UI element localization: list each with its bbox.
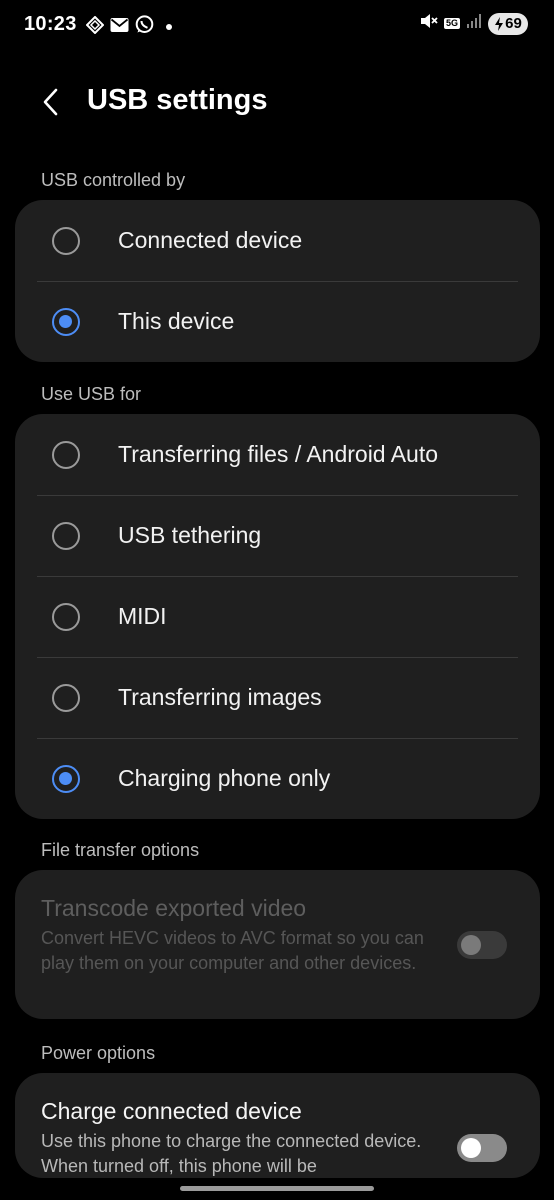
status-bar: 10:23 5G 69 — [0, 0, 554, 52]
notification-dot — [166, 24, 172, 30]
section-label-power-options: Power options — [41, 1043, 156, 1063]
setting-title: Transcode exported video — [41, 895, 307, 921]
battery-level: 69 — [505, 15, 522, 32]
mute-icon — [419, 12, 438, 35]
back-button[interactable] — [34, 86, 66, 118]
radio-option-this-device[interactable]: This device — [15, 281, 540, 362]
vpn-icon — [85, 15, 105, 39]
radio-label: Transferring files / Android Auto — [118, 441, 439, 467]
charge-connected-device-setting[interactable]: Charge connected device Use this phone t… — [15, 1073, 540, 1178]
setting-description: Use this phone to charge the connected d… — [41, 1131, 422, 1176]
home-indicator[interactable] — [180, 1186, 374, 1191]
radio-button[interactable] — [52, 440, 80, 469]
network-5g-icon: 5G — [443, 18, 460, 29]
radio-label: USB tethering — [118, 522, 262, 548]
radio-button-selected[interactable] — [52, 307, 80, 336]
status-time: 10:23 — [24, 13, 77, 35]
transcode-toggle-switch[interactable] — [457, 931, 507, 959]
radio-button[interactable] — [52, 521, 80, 550]
section-label-use-usb-for: Use USB for — [41, 384, 142, 404]
setting-title: Charge connected device — [41, 1098, 302, 1124]
mail-icon — [110, 17, 129, 38]
battery-charging-icon: 69 — [488, 12, 528, 35]
signal-icon — [466, 13, 482, 34]
setting-description: Convert HEVC videos to AVC format so you… — [41, 928, 424, 973]
radio-button[interactable] — [52, 602, 80, 631]
radio-option-transferring-images[interactable]: Transferring images — [15, 657, 540, 738]
radio-label: Charging phone only — [118, 765, 331, 791]
radio-option-midi[interactable]: MIDI — [15, 576, 540, 657]
radio-option-connected-device[interactable]: Connected device — [15, 200, 540, 281]
charge-device-toggle-switch[interactable] — [457, 1134, 507, 1162]
radio-option-transferring-files[interactable]: Transferring files / Android Auto — [15, 414, 540, 495]
radio-label: This device — [118, 308, 235, 334]
app-header: USB settings — [0, 78, 554, 126]
radio-label: Connected device — [118, 227, 303, 253]
radio-button-selected[interactable] — [52, 764, 80, 793]
controlled-by-card: Connected device This device — [15, 200, 540, 362]
use-usb-for-card: Transferring files / Android Auto USB te… — [15, 414, 540, 819]
page-title: USB settings — [87, 84, 268, 116]
radio-button[interactable] — [52, 226, 80, 255]
chevron-left-icon — [43, 88, 58, 116]
switch-knob — [461, 1138, 481, 1158]
transcode-video-setting[interactable]: Transcode exported video Convert HEVC vi… — [15, 870, 540, 1019]
whatsapp-icon — [135, 15, 154, 39]
radio-label: MIDI — [118, 603, 167, 629]
radio-button[interactable] — [52, 683, 80, 712]
section-label-file-transfer: File transfer options — [41, 840, 200, 860]
radio-label: Transferring images — [118, 684, 322, 710]
radio-option-charging-phone-only[interactable]: Charging phone only — [15, 738, 540, 819]
status-icons-left — [85, 15, 172, 39]
switch-knob — [461, 935, 481, 955]
section-label-controlled-by: USB controlled by — [41, 170, 186, 190]
radio-option-usb-tethering[interactable]: USB tethering — [15, 495, 540, 576]
status-icons-right: 5G 69 — [419, 12, 528, 35]
